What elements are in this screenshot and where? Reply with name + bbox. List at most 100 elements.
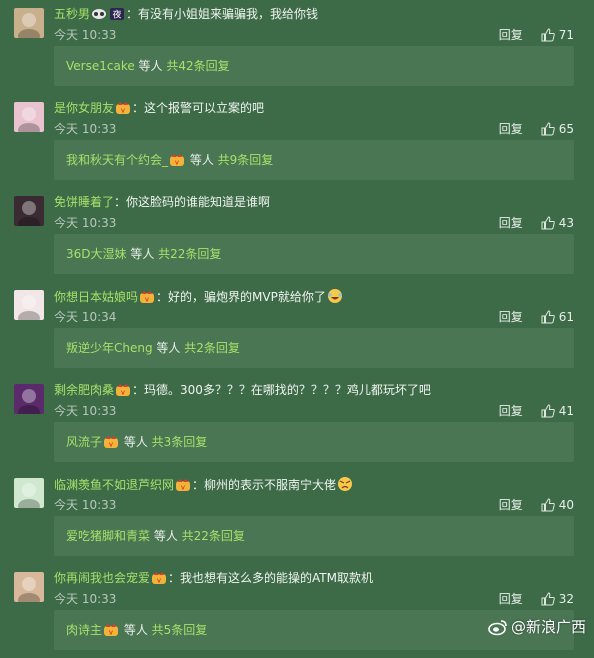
reply-user-link[interactable]: 我和秋天有个约会_ [66, 153, 168, 167]
comment-line: 临渊羡鱼不如退芦织网 v ：柳州的表示不服南宁大佬 [54, 476, 354, 493]
avatar[interactable] [14, 290, 44, 320]
thumbs-up-icon [541, 216, 555, 230]
comment-item: 临渊羡鱼不如退芦织网 v ：柳州的表示不服南宁大佬 今天 10:33 回复 40 爱吃猪脚和… [0, 470, 594, 564]
comment-item: 是你女朋友 v ：这个报警可以立案的吧 今天 10:33 回复 65 我和秋天有个约会_ v … [0, 94, 594, 188]
weibo-logo-icon [488, 620, 507, 636]
comment-line: 五秒男 夜 ：有没有小姐姐来骗骗我，我给你钱 [54, 6, 318, 22]
comment-item: 五秒男 夜 ：有没有小姐姐来骗骗我，我给你钱 今天 10:33 回复 71 Verse1ca… [0, 0, 594, 94]
avatar-image [14, 290, 44, 320]
avatar-image [14, 572, 44, 602]
like-button[interactable]: 43 [541, 216, 574, 230]
night-badge-icon: 夜 [110, 8, 125, 21]
username-link[interactable]: 是你女朋友 [54, 101, 114, 115]
reply-user-link[interactable]: Verse1cake [66, 59, 135, 73]
comment-actions: 回复 61 [499, 310, 574, 324]
avatar-image [14, 8, 44, 38]
reply-user-link[interactable]: 肉诗主 [66, 623, 102, 637]
avatar[interactable] [14, 196, 44, 226]
reply-button[interactable]: 回复 [499, 28, 523, 42]
timestamp: 今天 10:33 [54, 404, 117, 418]
comment-item: 免饼睡着了：你这脸码的谁能知道是谁啊 今天 10:33 回复 43 36D大湿妹 等人 … [0, 188, 594, 282]
like-count: 40 [558, 498, 574, 512]
thumbs-up-icon [541, 122, 555, 136]
replies-summary[interactable]: 爱吃猪脚和青菜 等人 共22条回复 [54, 516, 574, 556]
avatar[interactable] [14, 102, 44, 132]
comment-actions: 回复 32 [499, 592, 574, 606]
like-button[interactable]: 61 [541, 310, 574, 324]
replies-summary[interactable]: 36D大湿妹 等人 共22条回复 [54, 234, 574, 274]
comment-line: 你想日本姑娘吗 v ：好的，骗炮界的MVP就给你了 [54, 288, 344, 305]
replies-summary[interactable]: 风流子 v 等人 共3条回复 [54, 422, 574, 462]
avatar[interactable] [14, 384, 44, 414]
username-link[interactable]: 剩余肥肉桑 [54, 383, 114, 397]
like-button[interactable]: 65 [541, 122, 574, 136]
username-link[interactable]: 免饼睡着了 [54, 195, 114, 209]
svg-text:v: v [181, 484, 185, 492]
comment-actions: 回复 65 [499, 122, 574, 136]
replies-summary[interactable]: 叛逆少年Cheng 等人 共2条回复 [54, 328, 574, 368]
thumbs-up-icon [541, 310, 555, 324]
username-link[interactable]: 你再闹我也会宠爱 [54, 571, 150, 585]
reply-button[interactable]: 回复 [499, 404, 523, 418]
replies-summary[interactable]: 我和秋天有个约会_ v 等人 共9条回复 [54, 140, 574, 180]
reply-separator: 等人 [126, 247, 159, 261]
reply-count-link[interactable]: 共5条回复 [152, 623, 208, 637]
reply-user-link[interactable]: 叛逆少年Cheng [66, 341, 153, 355]
svg-text:v: v [175, 159, 179, 167]
username-link[interactable]: 五秒男 [54, 7, 90, 21]
like-button[interactable]: 41 [541, 404, 574, 418]
username-link[interactable]: 你想日本姑娘吗 [54, 290, 138, 304]
reply-count-link[interactable]: 共9条回复 [218, 153, 274, 167]
thumbs-up-icon [541, 498, 555, 512]
comment-actions: 回复 40 [499, 498, 574, 512]
reply-separator: 等人 [120, 623, 152, 637]
avatar[interactable] [14, 572, 44, 602]
svg-text:v: v [157, 577, 161, 585]
comment-text: ：这个报警可以立案的吧 [132, 101, 265, 115]
svg-text:v: v [121, 389, 125, 397]
timestamp: 今天 10:33 [54, 122, 117, 136]
like-button[interactable]: 71 [541, 28, 574, 42]
avatar[interactable] [14, 8, 44, 38]
reply-button[interactable]: 回复 [499, 122, 523, 136]
reply-count-link[interactable]: 共22条回复 [182, 529, 245, 543]
comment-actions: 回复 71 [499, 28, 574, 42]
comment-text: ：有没有小姐姐来骗骗我，我给你钱 [126, 7, 319, 21]
comment-text: ：我也想有这么多的能操的ATM取款机 [168, 571, 373, 585]
username-link[interactable]: 临渊羡鱼不如退芦织网 [54, 478, 174, 492]
vip-crown-icon: v [116, 384, 131, 397]
timestamp: 今天 10:33 [54, 216, 117, 230]
reply-button[interactable]: 回复 [499, 310, 523, 324]
comment-line: 是你女朋友 v ：这个报警可以立案的吧 [54, 100, 264, 116]
reply-count-link[interactable]: 共42条回复 [166, 59, 229, 73]
avatar-image [14, 478, 44, 508]
vip-crown-icon: v [104, 436, 119, 449]
reply-separator: 等人 [120, 435, 152, 449]
vip-crown-icon: v [104, 624, 119, 637]
like-button[interactable]: 32 [541, 592, 574, 606]
reply-button[interactable]: 回复 [499, 498, 523, 512]
reply-button[interactable]: 回复 [499, 216, 523, 230]
vip-crown-icon: v [170, 154, 185, 167]
replies-summary[interactable]: Verse1cake 等人 共42条回复 [54, 46, 574, 86]
vip-crown-icon: v [176, 479, 191, 492]
angry-face-emoji-icon [338, 477, 353, 491]
reply-separator: 等人 [134, 59, 167, 73]
thumbs-up-icon [541, 28, 555, 42]
like-button[interactable]: 40 [541, 498, 574, 512]
reply-count-link[interactable]: 共3条回复 [152, 435, 208, 449]
reply-user-link[interactable]: 爱吃猪脚和青菜 [66, 529, 150, 543]
comment-line: 你再闹我也会宠爱 v ：我也想有这么多的能操的ATM取款机 [54, 570, 373, 586]
reply-button[interactable]: 回复 [499, 592, 523, 606]
timestamp: 今天 10:33 [54, 28, 117, 42]
comment-line: 剩余肥肉桑 v ：玛德。300多？？？在哪找的？？？？鸡儿都玩坏了吧 [54, 382, 431, 398]
timestamp: 今天 10:34 [54, 310, 117, 324]
avatar[interactable] [14, 478, 44, 508]
timestamp: 今天 10:33 [54, 498, 117, 512]
comment-item: 你想日本姑娘吗 v ：好的，骗炮界的MVP就给你了 今天 10:34 回复 61 叛逆少年C… [0, 282, 594, 376]
reply-user-link[interactable]: 风流子 [66, 435, 102, 449]
reply-count-link[interactable]: 共2条回复 [184, 341, 240, 355]
vip-crown-icon: v [116, 102, 131, 115]
reply-count-link[interactable]: 共22条回复 [158, 247, 221, 261]
reply-user-link[interactable]: 36D大湿妹 [66, 247, 127, 261]
